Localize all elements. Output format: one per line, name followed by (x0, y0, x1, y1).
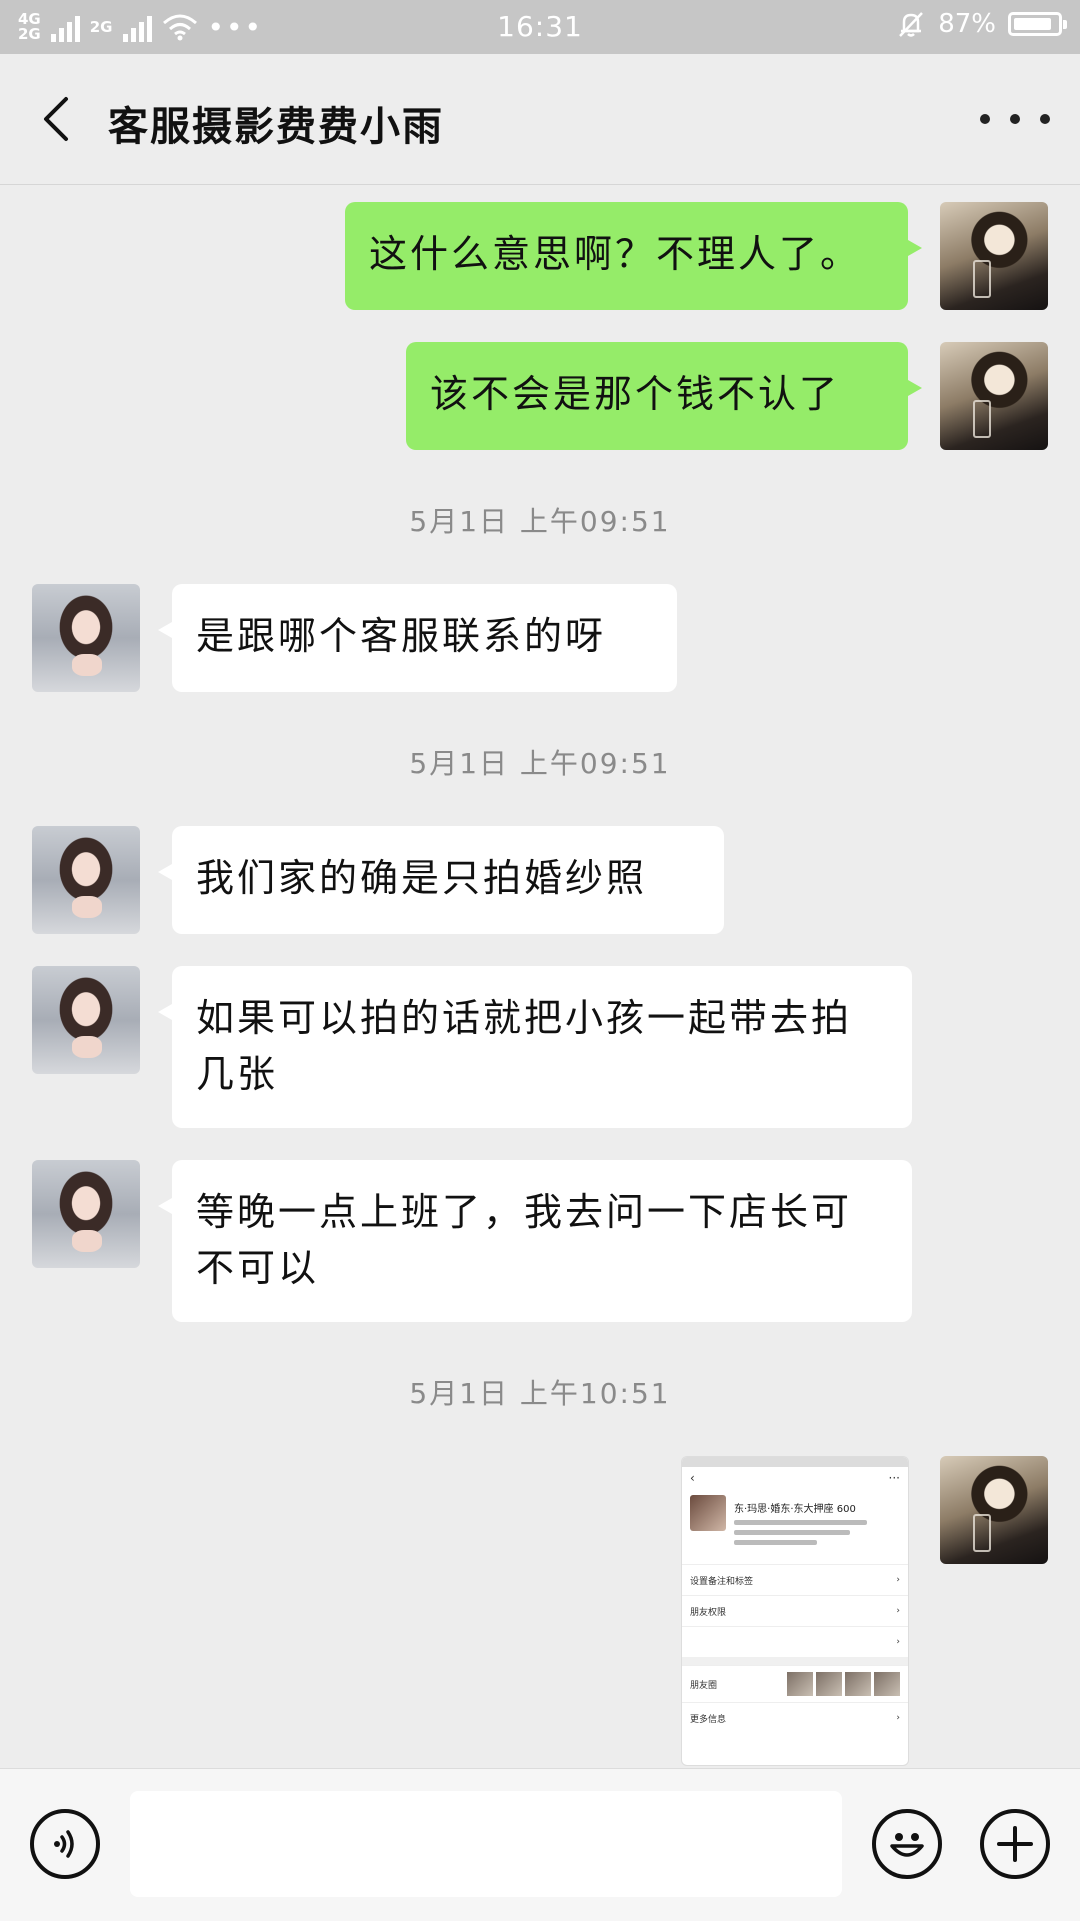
battery-fill (1014, 18, 1051, 30)
mini-name: 东·玛思·婚东·东大押座 600 (734, 1504, 856, 1515)
my-message-bubble[interactable]: 该不会是那个钱不认了 (406, 342, 922, 450)
more-dots-icon[interactable] (980, 104, 1050, 134)
mini-row-label: 朋友权限 (690, 1607, 727, 1618)
mini-row-more: 更多信息 › (682, 1702, 908, 1733)
contact-avatar[interactable] (32, 966, 140, 1074)
mini-thumbnails (787, 1672, 900, 1696)
contact-message-bubble[interactable]: 我们家的确是只拍婚纱照 (158, 826, 724, 934)
message-text: 等晚一点上班了，我去问一下店长可不可以 (196, 1190, 853, 1290)
mini-profile-lines: 东·玛思·婚东·东大押座 600 (734, 1495, 900, 1550)
battery-percent: 87% (938, 9, 996, 39)
contact-message-bubble[interactable]: 如果可以拍的话就把小孩一起带去拍几张 (158, 966, 912, 1128)
mini-row-label: 更多信息 (690, 1714, 727, 1725)
chat-title: 客服摄影费费小雨 (108, 103, 444, 150)
contact-avatar[interactable] (32, 584, 140, 692)
mini-top-bar: ‹ ··· (690, 1471, 900, 1485)
image-message[interactable]: ‹ ··· 东·玛思·婚东·东大押座 600 设置备注和标签 › 朋友权限 › › 朋… (681, 1456, 909, 1766)
message-timestamp: 5月1日 上午09:51 (409, 747, 671, 780)
my-message-bubble[interactable]: 这什么意思啊？不理人了。 (345, 202, 922, 310)
mute-bell-icon (899, 12, 924, 37)
mini-profile: 东·玛思·婚东·东大押座 600 (682, 1489, 908, 1556)
mini-separator (682, 1657, 908, 1665)
input-bar (0, 1768, 1080, 1921)
mini-status-bar (682, 1457, 908, 1467)
message-input[interactable] (130, 1791, 842, 1897)
plus-sign-icon (997, 1826, 1033, 1862)
emoji-icon[interactable] (872, 1809, 942, 1879)
mini-row-remark: 设置备注和标签 › (682, 1564, 908, 1595)
message-text: 该不会是那个钱不认了 (430, 372, 841, 416)
message-text: 我们家的确是只拍婚纱照 (196, 856, 648, 900)
message-text: 是跟哪个客服联系的呀 (196, 614, 607, 658)
back-chevron-icon[interactable] (30, 89, 90, 149)
plus-icon[interactable] (980, 1809, 1050, 1879)
mini-row-label: 设置备注和标签 (690, 1576, 754, 1587)
my-avatar[interactable] (940, 342, 1048, 450)
my-avatar[interactable] (940, 202, 1048, 310)
mini-row-label: 朋友圈 (690, 1680, 718, 1691)
mini-row-moments: 朋友圈 (682, 1665, 908, 1702)
chat-header: 客服摄影费费小雨 (0, 54, 1080, 185)
smiley-face-icon (890, 1833, 924, 1857)
contact-avatar[interactable] (32, 1160, 140, 1268)
message-timestamp: 5月1日 上午09:51 (409, 505, 671, 538)
contact-avatar[interactable] (32, 826, 140, 934)
voice-waves-icon (54, 1830, 74, 1858)
mini-row-permission: 朋友权限 › (682, 1595, 908, 1626)
message-timestamp: 5月1日 上午10:51 (409, 1377, 671, 1410)
status-bar: 4G 2G 2G ••• 16:31 87% (0, 0, 1080, 54)
mini-row-blank: › (682, 1626, 908, 1657)
battery-icon (1008, 12, 1067, 36)
mini-avatar (690, 1495, 726, 1531)
message-text: 这什么意思啊？不理人了。 (369, 232, 862, 276)
contact-message-bubble[interactable]: 是跟哪个客服联系的呀 (158, 584, 677, 692)
contact-message-bubble[interactable]: 等晚一点上班了，我去问一下店长可不可以 (158, 1160, 912, 1322)
voice-icon[interactable] (30, 1809, 100, 1879)
message-text: 如果可以拍的话就把小孩一起带去拍几张 (196, 996, 853, 1096)
status-right: 87% (896, 9, 1067, 39)
my-avatar[interactable] (940, 1456, 1048, 1564)
